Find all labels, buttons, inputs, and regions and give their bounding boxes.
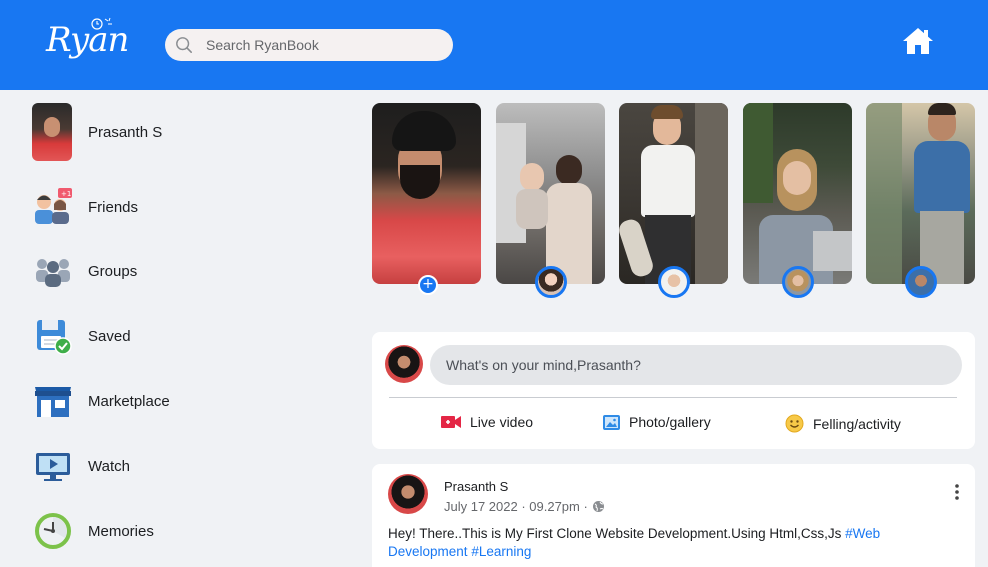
post-card: Prasanth S July 17 2022 · 09.27pm · Hey!… bbox=[372, 464, 975, 567]
sidebar-item-marketplace[interactable]: Marketplace bbox=[32, 380, 170, 422]
hashtag-link[interactable]: #Learning bbox=[471, 544, 531, 559]
alarm-clock-icon bbox=[91, 17, 112, 30]
story-avatar bbox=[782, 266, 814, 298]
search-bar[interactable] bbox=[165, 29, 453, 61]
sidebar-item-profile[interactable]: Prasanth S bbox=[32, 103, 162, 161]
photo-gallery-button[interactable]: Photo/gallery bbox=[603, 414, 711, 430]
video-icon bbox=[441, 416, 461, 428]
story-card-own[interactable]: + bbox=[372, 103, 481, 295]
globe-icon bbox=[592, 501, 604, 512]
smiley-icon bbox=[785, 414, 804, 433]
divider bbox=[389, 397, 957, 398]
story-image bbox=[372, 103, 481, 284]
story-card[interactable] bbox=[743, 103, 852, 298]
search-icon bbox=[176, 37, 193, 54]
search-input[interactable] bbox=[206, 37, 436, 53]
saved-icon bbox=[32, 315, 74, 357]
marketplace-icon bbox=[32, 380, 74, 422]
avatar bbox=[385, 345, 423, 383]
sidebar-item-friends[interactable]: +1 Friends bbox=[32, 186, 138, 228]
sidebar-item-label: Friends bbox=[88, 198, 139, 216]
more-options-icon[interactable] bbox=[950, 482, 964, 502]
feeling-activity-label: Felling/activity bbox=[813, 415, 901, 432]
story-avatar bbox=[658, 266, 690, 298]
sidebar-item-label: Watch bbox=[88, 457, 130, 475]
add-story-icon[interactable]: + bbox=[418, 275, 438, 295]
avatar[interactable] bbox=[388, 474, 428, 514]
sidebar-item-memories[interactable]: Memories bbox=[32, 510, 154, 552]
profile-avatar bbox=[32, 103, 72, 161]
photo-icon bbox=[603, 414, 620, 430]
friends-icon: +1 bbox=[32, 186, 74, 228]
feeling-activity-button[interactable]: Felling/activity bbox=[785, 414, 901, 433]
sidebar-item-label: Marketplace bbox=[88, 392, 170, 410]
left-sidebar: Prasanth S +1 Friends Groups Saved Marke… bbox=[0, 90, 360, 567]
post-text: Hey! There..This is My First Clone Websi… bbox=[388, 525, 948, 561]
story-card[interactable] bbox=[619, 103, 728, 298]
sidebar-item-label: Prasanth S bbox=[88, 123, 163, 141]
story-avatar bbox=[905, 266, 937, 298]
story-image bbox=[496, 103, 605, 284]
post-timestamp: July 17 2022 · 09.27pm · bbox=[444, 499, 588, 514]
sidebar-item-label: Memories bbox=[88, 522, 154, 540]
sidebar-item-label: Saved bbox=[88, 327, 131, 345]
memories-icon bbox=[32, 510, 74, 552]
sidebar-item-watch[interactable]: Watch bbox=[32, 445, 130, 487]
live-video-label: Live video bbox=[470, 414, 534, 430]
post-input[interactable] bbox=[430, 345, 962, 385]
groups-icon bbox=[32, 250, 74, 292]
photo-gallery-label: Photo/gallery bbox=[629, 414, 711, 430]
logo-text: Ryan bbox=[46, 20, 129, 60]
create-post-card: Live video Photo/gallery Felling/activit… bbox=[372, 332, 975, 449]
story-card[interactable] bbox=[496, 103, 605, 298]
svg-text:+1: +1 bbox=[61, 190, 71, 198]
story-card[interactable] bbox=[866, 103, 975, 298]
top-navbar: Ryan bbox=[0, 0, 988, 90]
sidebar-item-label: Groups bbox=[88, 262, 138, 280]
story-image bbox=[619, 103, 728, 284]
story-avatar bbox=[535, 266, 567, 298]
post-body: Hey! There..This is My First Clone Websi… bbox=[388, 526, 846, 541]
post-meta: July 17 2022 · 09.27pm · bbox=[444, 499, 605, 514]
story-image bbox=[743, 103, 852, 284]
post-author[interactable]: Prasanth S bbox=[444, 479, 508, 494]
sidebar-item-saved[interactable]: Saved bbox=[32, 315, 131, 357]
logo[interactable]: Ryan bbox=[42, 10, 132, 76]
home-icon[interactable] bbox=[902, 26, 934, 56]
live-video-button[interactable]: Live video bbox=[441, 414, 533, 430]
watch-icon bbox=[32, 445, 74, 487]
story-image bbox=[866, 103, 975, 284]
sidebar-item-groups[interactable]: Groups bbox=[32, 250, 137, 292]
